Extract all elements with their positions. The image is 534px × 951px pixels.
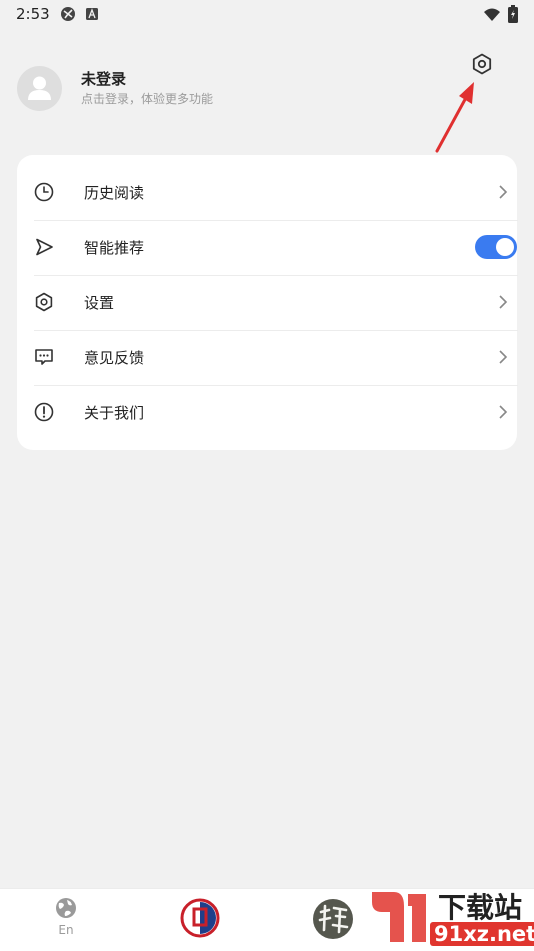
menu-item-about[interactable]: 关于我们: [34, 385, 518, 440]
menu-item-smart-recommend: 智能推荐: [34, 220, 518, 275]
chevron-right-icon: [499, 295, 508, 309]
user-icon: [28, 76, 51, 100]
app-logo-icon: [180, 898, 220, 938]
settings-gear-button[interactable]: [470, 52, 494, 76]
menu-item-feedback[interactable]: 意见反馈: [34, 330, 518, 385]
menu-item-label: 智能推荐: [84, 239, 145, 257]
calligraphy-logo-icon: [313, 899, 353, 939]
watermark-domain: 91xz.net: [430, 922, 534, 946]
menu-item-settings[interactable]: 设置: [34, 275, 518, 330]
status-time: 2:53: [16, 5, 50, 23]
vpn-icon: [60, 6, 76, 26]
info-icon: [34, 402, 54, 422]
tab-logo-2[interactable]: [140, 889, 260, 951]
send-icon: [36, 238, 53, 256]
menu-item-label: 设置: [84, 294, 115, 312]
profile-subtitle: 点击登录，体验更多功能: [81, 92, 214, 106]
settings-icon: [472, 53, 492, 75]
menu-card: 历史阅读 智能推荐 设置 意见反馈 关于我们: [17, 155, 518, 450]
app-notification-icon: [86, 6, 98, 25]
tab-label: En: [58, 923, 74, 937]
feedback-icon: [35, 349, 53, 365]
wifi-icon: [483, 7, 501, 26]
menu-item-label: 历史阅读: [84, 184, 145, 202]
toggle-knob: [496, 238, 514, 256]
battery-icon: [508, 5, 518, 27]
tab-english[interactable]: En: [6, 889, 126, 951]
settings-icon: [35, 292, 53, 312]
chevron-right-icon: [499, 405, 508, 419]
status-bar: 2:53: [0, 0, 534, 30]
watermark: 下载站 91xz.net: [364, 884, 534, 950]
annotation-arrow: [435, 82, 474, 153]
smart-recommend-toggle[interactable]: [475, 235, 517, 259]
menu-item-label: 关于我们: [84, 404, 145, 422]
profile-name: 未登录: [81, 70, 127, 88]
chevron-right-icon: [499, 350, 508, 364]
watermark-brand: 下载站: [438, 891, 523, 924]
menu-item-label: 意见反馈: [84, 349, 145, 367]
profile-login[interactable]: 未登录 点击登录，体验更多功能: [17, 66, 437, 112]
globe-icon: [56, 898, 76, 918]
menu-item-history[interactable]: 历史阅读: [34, 165, 518, 220]
avatar: [17, 66, 62, 111]
watermark-logo-icon: [372, 892, 426, 942]
clock-icon: [34, 182, 54, 202]
chevron-right-icon: [499, 185, 508, 199]
